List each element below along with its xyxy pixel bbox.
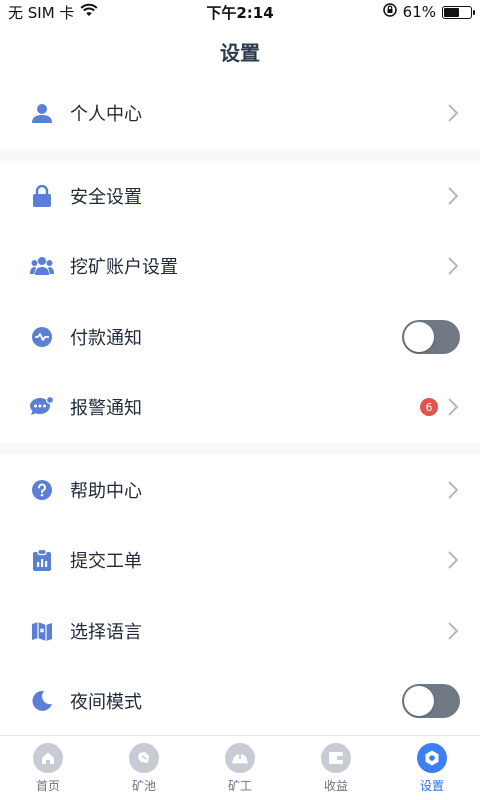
home-icon	[33, 742, 63, 773]
settings-item-submit-ticket[interactable]: 提交工单	[0, 525, 480, 596]
settings-group-account: 个人中心	[0, 78, 480, 149]
helmet-icon	[225, 742, 255, 773]
alarm-count-badge: 6	[420, 398, 438, 417]
help-icon	[30, 478, 54, 502]
tab-label: 收益	[323, 778, 348, 793]
settings-group-security: 安全设置 挖矿账户设置 付款通知 报警通知 6	[0, 160, 480, 443]
settings-item-label: 选择语言	[70, 621, 142, 643]
settings-item-label: 帮助中心	[70, 480, 142, 502]
chevron-right-icon	[446, 622, 460, 640]
settings-item-help-center[interactable]: 帮助中心	[0, 455, 480, 526]
tab-earnings[interactable]: 收益	[288, 736, 384, 800]
settings-icon	[417, 742, 447, 773]
tab-label: 矿工	[227, 778, 252, 793]
wifi-icon	[80, 3, 98, 21]
moon-icon	[30, 689, 54, 713]
clipboard-icon	[30, 548, 54, 572]
carrier-label: 无 SIM 卡	[8, 3, 75, 22]
settings-item-label: 个人中心	[70, 104, 142, 126]
payment-wave-icon	[30, 325, 54, 349]
tab-label: 首页	[35, 778, 60, 793]
chevron-right-icon	[446, 104, 460, 122]
pool-icon	[129, 742, 159, 773]
battery-percent: 61%	[402, 3, 436, 21]
settings-item-personal-center[interactable]: 个人中心	[0, 78, 480, 149]
toggle-knob	[404, 686, 434, 717]
settings-item-label: 付款通知	[70, 327, 142, 349]
chevron-right-icon	[446, 551, 460, 569]
bottom-tab-bar: 首页 矿池 矿工 收益 设置	[0, 735, 480, 800]
settings-item-label: 提交工单	[70, 551, 142, 573]
chevron-right-icon	[446, 187, 460, 205]
lock-icon	[30, 184, 54, 208]
settings-item-language[interactable]: 选择语言	[0, 596, 480, 667]
tab-label: 矿池	[131, 778, 156, 793]
night-mode-toggle[interactable]	[402, 684, 460, 719]
wallet-icon	[321, 742, 351, 773]
settings-item-security[interactable]: 安全设置	[0, 161, 480, 232]
settings-item-label: 安全设置	[70, 186, 142, 208]
chat-alert-icon	[30, 395, 54, 419]
map-language-icon	[30, 619, 54, 643]
settings-item-payment-notification: 付款通知	[0, 302, 480, 373]
settings-item-night-mode: 夜间模式	[0, 666, 480, 737]
users-icon	[30, 254, 54, 278]
settings-item-label: 挖矿账户设置	[70, 257, 178, 279]
settings-item-label: 夜间模式	[70, 692, 142, 714]
user-icon	[30, 101, 54, 125]
tab-pool[interactable]: 矿池	[96, 736, 192, 800]
chevron-right-icon	[446, 481, 460, 499]
status-bar: 无 SIM 卡 下午2:14 61%	[0, 0, 480, 24]
settings-item-label: 报警通知	[70, 398, 142, 420]
chevron-right-icon	[446, 257, 460, 275]
tab-settings[interactable]: 设置	[384, 736, 480, 800]
page-title: 设置	[0, 24, 480, 78]
toggle-knob	[404, 321, 434, 352]
orientation-lock-icon	[382, 3, 397, 21]
tab-miner[interactable]: 矿工	[192, 736, 288, 800]
settings-group-general: 帮助中心 提交工单 选择语言 夜间模式	[0, 454, 480, 737]
tab-home[interactable]: 首页	[0, 736, 96, 800]
chevron-right-icon	[446, 398, 460, 416]
tab-label: 设置	[419, 778, 444, 793]
settings-item-alarm-notification[interactable]: 报警通知 6	[0, 372, 480, 443]
settings-item-mining-account[interactable]: 挖矿账户设置	[0, 231, 480, 302]
battery-icon	[442, 5, 475, 19]
payment-notification-toggle[interactable]	[402, 319, 460, 354]
